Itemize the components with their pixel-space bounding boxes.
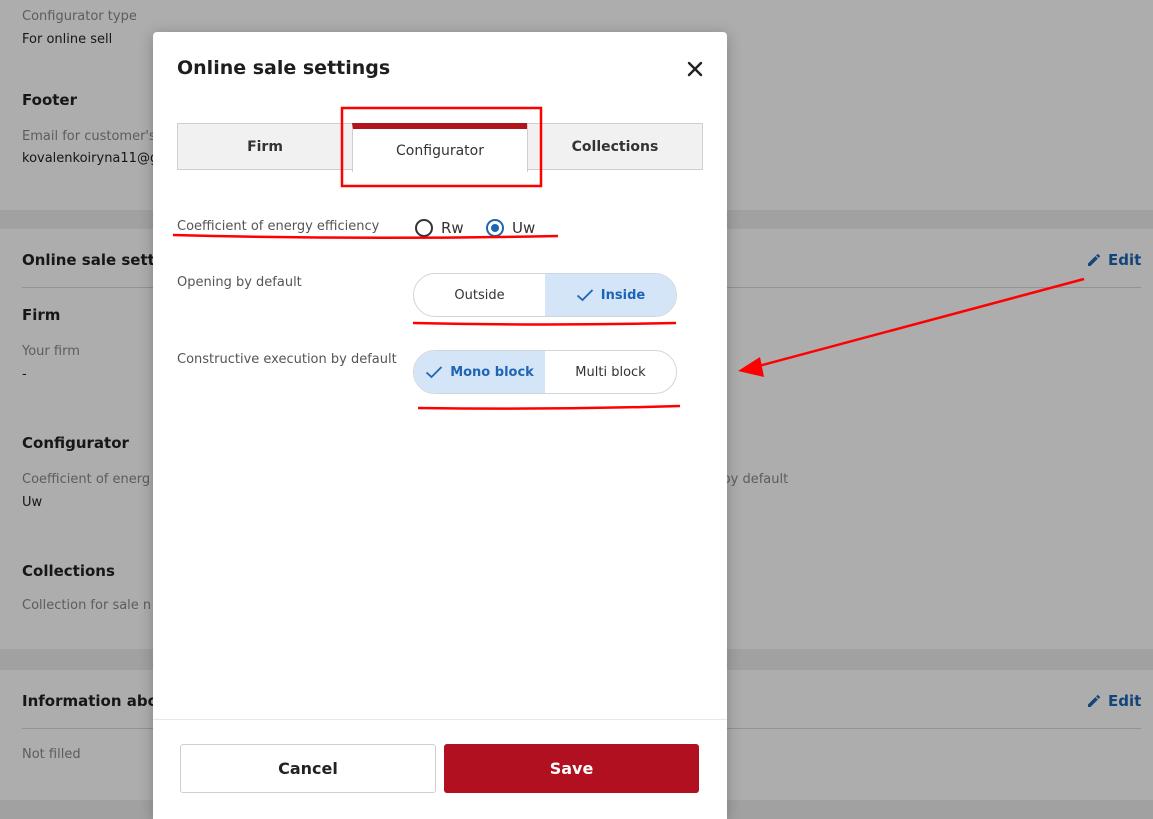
close-icon xyxy=(687,61,703,77)
radio-rw[interactable]: Rw xyxy=(415,219,464,237)
check-icon xyxy=(576,289,593,302)
multi-block-label: Multi block xyxy=(575,364,646,380)
close-button[interactable] xyxy=(683,57,707,81)
opening-label: Opening by default xyxy=(177,275,302,290)
tab-configurator[interactable]: Configurator xyxy=(352,123,528,172)
opening-outside-option[interactable]: Outside xyxy=(414,274,545,316)
execution-toggle: Mono block Multi block xyxy=(413,350,677,394)
execution-mono-block-option[interactable]: Mono block xyxy=(414,351,545,393)
mono-block-label: Mono block xyxy=(450,364,534,380)
outside-label: Outside xyxy=(454,287,505,303)
inside-label: Inside xyxy=(600,287,646,303)
radio-rw-label: Rw xyxy=(441,219,464,237)
dialog-footer-divider xyxy=(153,719,727,720)
radio-circle xyxy=(415,219,433,237)
save-button[interactable]: Save xyxy=(444,744,699,793)
tab-collections[interactable]: Collections xyxy=(527,123,703,170)
cancel-button[interactable]: Cancel xyxy=(180,744,436,793)
execution-label: Constructive execution by default xyxy=(177,352,397,367)
radio-uw-label: Uw xyxy=(512,219,536,237)
dialog-title: Online sale settings xyxy=(177,57,391,79)
tab-firm[interactable]: Firm xyxy=(177,123,353,170)
check-icon xyxy=(426,366,443,379)
settings-tabs: Firm Configurator Collections xyxy=(177,123,703,172)
opening-toggle: Outside Inside xyxy=(413,273,677,317)
radio-uw[interactable]: Uw xyxy=(486,219,535,237)
radio-circle-selected xyxy=(486,219,504,237)
online-sale-settings-dialog: Online sale settings Firm Configurator C… xyxy=(153,32,727,819)
energy-efficiency-label: Coefficient of energy efficiency xyxy=(177,219,380,234)
opening-inside-option[interactable]: Inside xyxy=(545,274,676,316)
execution-multi-block-option[interactable]: Multi block xyxy=(545,351,676,393)
